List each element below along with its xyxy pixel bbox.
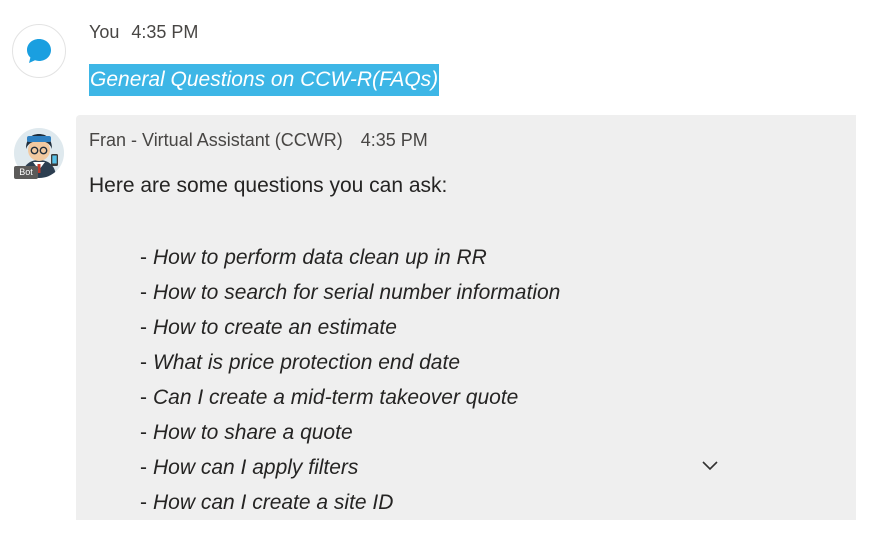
user-message-header: You 4:35 PM xyxy=(89,22,198,43)
question-item: - How to search for serial number informa… xyxy=(140,281,561,304)
sender-name: Fran - Virtual Assistant (CCWR) xyxy=(89,130,343,150)
question-item: - How to share a quote xyxy=(140,421,353,444)
chevron-down-icon xyxy=(702,461,718,471)
scroll-down-button[interactable] xyxy=(695,451,725,481)
question-item: - Can I create a mid-term takeover quote xyxy=(140,386,519,409)
chat-bubble-icon xyxy=(27,39,51,63)
message-time: 4:35 PM xyxy=(131,22,199,42)
bot-message-card: Fran - Virtual Assistant (CCWR) 4:35 PM H… xyxy=(76,115,856,520)
question-item: - How to perform data clean up in RR xyxy=(140,246,487,269)
question-list: - How to perform data clean up in RR - How… xyxy=(140,240,560,520)
question-item: - How can I apply filters xyxy=(140,456,359,479)
sender-name: You xyxy=(89,22,120,42)
bot-badge: Bot xyxy=(14,166,38,179)
user-message-text[interactable]: General Questions on CCW-R(FAQs) xyxy=(89,64,440,96)
bot-message-header: Fran - Virtual Assistant (CCWR) 4:35 PM xyxy=(89,130,428,151)
bot-intro-text: Here are some questions you can ask: xyxy=(89,174,448,197)
question-item: - How can I create a site ID xyxy=(140,491,394,514)
user-avatar xyxy=(12,24,66,78)
question-item: - How to create an estimate xyxy=(140,316,397,339)
question-item: - What is price protection end date xyxy=(140,351,461,374)
message-time: 4:35 PM xyxy=(360,130,428,150)
